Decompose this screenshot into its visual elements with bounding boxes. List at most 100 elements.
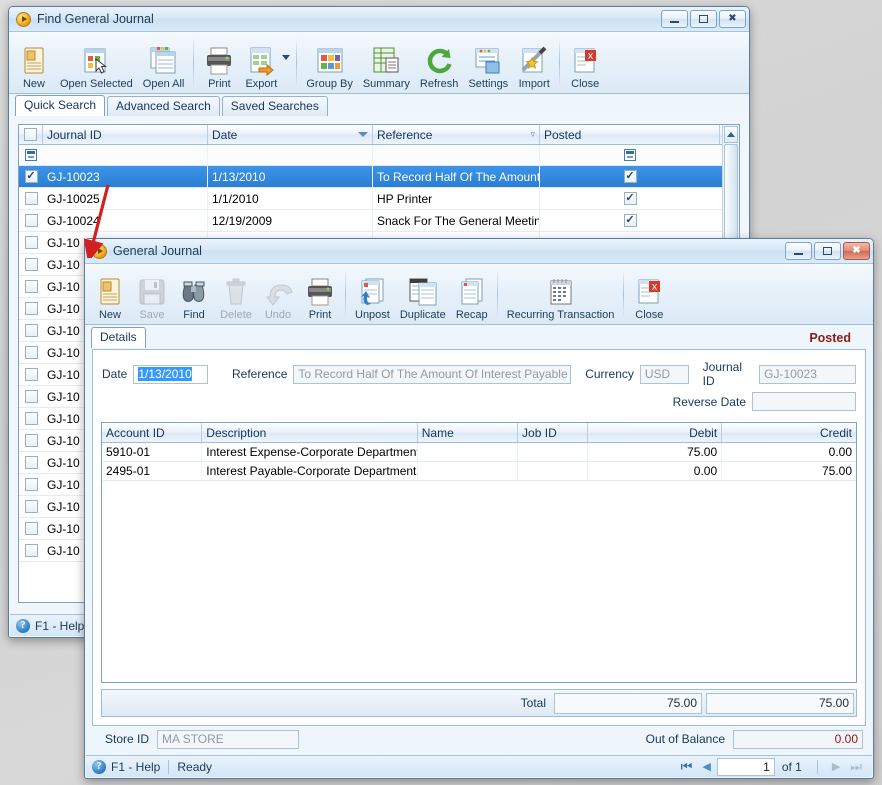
minimize-icon[interactable] (785, 242, 812, 260)
tab-saved-searches[interactable]: Saved Searches (221, 96, 328, 116)
row-select-checkbox[interactable] (24, 478, 38, 491)
toolbar-export-button[interactable]: Export (240, 44, 282, 91)
lines-header-account-id[interactable]: Account ID (102, 423, 203, 442)
find-window-help-label[interactable]: F1 - Help (35, 619, 84, 633)
grid-header-date[interactable]: Date (208, 125, 373, 144)
reference-input[interactable]: To Record Half Of The Amount Of Interest… (293, 364, 572, 384)
tab-advanced-search[interactable]: Advanced Search (107, 96, 220, 116)
line-credit-cell[interactable]: 75.00 (722, 462, 856, 480)
grid-header-posted[interactable]: Posted (540, 125, 720, 144)
journal-id-input[interactable]: GJ-10023 (759, 364, 856, 384)
help-icon[interactable]: ? (92, 759, 106, 774)
row-select-checkbox[interactable] (24, 258, 38, 271)
row-select-cell[interactable] (19, 518, 43, 539)
previous-page-icon[interactable]: ◀ (698, 760, 714, 773)
toolbar-refresh-button[interactable]: Refresh (415, 44, 464, 91)
maximize-icon[interactable] (690, 10, 717, 28)
lines-grid-body[interactable]: 5910-01 Interest Expense-Corporate Depart… (102, 443, 856, 481)
row-select-cell[interactable] (19, 496, 43, 517)
line-job-id-cell[interactable] (518, 443, 589, 461)
row-select-cell[interactable] (19, 188, 43, 209)
table-row[interactable]: GJ-10024 12/19/2009 Snack For The General … (19, 210, 739, 232)
row-select-cell[interactable] (19, 254, 43, 275)
select-all-checkbox[interactable] (24, 128, 37, 141)
posted-checkbox[interactable] (623, 214, 637, 227)
grid-filter-row[interactable] (19, 145, 739, 166)
journal-lines-grid[interactable]: Account ID Description Name Job ID Debit… (101, 422, 857, 683)
row-select-cell[interactable] (19, 210, 43, 231)
first-page-icon[interactable]: ⏮ (677, 759, 697, 775)
toolbar-summary-button[interactable]: Summary (358, 44, 415, 91)
row-date-cell[interactable]: 1/1/2010 (208, 188, 373, 209)
journal-unpost-button[interactable]: Unpost (350, 275, 395, 322)
row-select-checkbox[interactable] (24, 522, 38, 535)
row-posted-cell[interactable] (540, 166, 720, 187)
row-reference-cell[interactable]: To Record Half Of The Amount Of (373, 166, 540, 187)
journal-help-label[interactable]: F1 - Help (111, 760, 160, 774)
row-select-cell[interactable] (19, 452, 43, 473)
line-account-id-cell[interactable]: 2495-01 (102, 462, 203, 480)
posted-checkbox[interactable] (623, 192, 637, 205)
row-reference-cell[interactable]: Snack For The General Meeting A (373, 210, 540, 231)
line-debit-cell[interactable]: 0.00 (588, 462, 723, 480)
record-navigator[interactable]: ⏮ ◀ 1 of 1 ▶ ⏭ (677, 757, 866, 776)
row-select-cell[interactable] (19, 232, 43, 253)
journal-undo-button[interactable]: Undo (257, 275, 299, 322)
toolbar-print-button[interactable]: Print (198, 44, 240, 91)
row-reference-cell[interactable]: HP Printer (373, 188, 540, 209)
row-select-checkbox[interactable] (24, 390, 38, 403)
toolbar-new-button[interactable]: New (13, 44, 55, 91)
row-select-cell[interactable] (19, 430, 43, 451)
journal-duplicate-button[interactable]: Duplicate (395, 275, 451, 322)
row-select-cell[interactable] (19, 364, 43, 385)
line-job-id-cell[interactable] (518, 462, 589, 480)
export-dropdown-caret-icon[interactable] (282, 55, 291, 60)
store-id-input[interactable]: MA STORE (157, 729, 300, 749)
filter-builder-icon[interactable] (25, 149, 37, 161)
line-account-id-cell[interactable]: 5910-01 (102, 443, 203, 461)
lines-header-debit[interactable]: Debit (588, 423, 723, 442)
filter-journal-id-cell[interactable] (43, 145, 208, 165)
toolbar-close-button[interactable]: x Close (564, 44, 606, 91)
row-select-checkbox[interactable] (24, 434, 38, 447)
page-number-input[interactable]: 1 (716, 757, 775, 776)
help-icon[interactable]: ? (16, 618, 30, 633)
filter-posted-cell[interactable] (540, 145, 720, 165)
line-name-cell[interactable] (418, 462, 519, 480)
row-date-cell[interactable]: 1/13/2010 (208, 166, 373, 187)
journal-save-button[interactable]: Save (131, 275, 173, 322)
table-row[interactable]: GJ-100231/13/2010To Record Half Of The A… (19, 166, 739, 188)
maximize-icon[interactable] (814, 242, 841, 260)
table-row[interactable]: 2495-01 Interest Payable-Corporate Depart… (102, 462, 856, 481)
find-window-titlebar[interactable]: Find General Journal ✖ (9, 7, 749, 32)
journal-new-button[interactable]: New (89, 275, 131, 322)
row-posted-cell[interactable] (540, 188, 720, 209)
row-select-cell[interactable] (19, 408, 43, 429)
row-journal-id-cell[interactable]: GJ-10023 (43, 166, 208, 187)
row-select-checkbox[interactable] (24, 412, 38, 425)
journal-close-button[interactable]: x Close (628, 275, 670, 322)
filter-builder-icon[interactable] (624, 149, 636, 161)
filter-select-cell[interactable] (19, 145, 43, 165)
row-select-cell[interactable] (19, 276, 43, 297)
general-journal-window[interactable]: General Journal ✖ New Save Find Delete U… (84, 238, 874, 779)
currency-input[interactable]: USD (639, 364, 689, 384)
row-select-checkbox[interactable] (24, 214, 38, 227)
row-select-checkbox[interactable] (24, 170, 38, 183)
table-row[interactable]: 5910-01 Interest Expense-Corporate Depart… (102, 443, 856, 462)
lines-header-credit[interactable]: Credit (722, 423, 856, 442)
scroll-up-icon[interactable] (724, 126, 738, 143)
row-select-checkbox[interactable] (24, 280, 38, 293)
lines-header-description[interactable]: Description (202, 423, 418, 442)
lines-header-job-id[interactable]: Job ID (518, 423, 589, 442)
toolbar-open-selected-button[interactable]: Open Selected (55, 44, 138, 91)
lines-header-name[interactable]: Name (418, 423, 519, 442)
row-select-cell[interactable] (19, 298, 43, 319)
row-select-checkbox[interactable] (24, 302, 38, 315)
tab-quick-search[interactable]: Quick Search (15, 95, 106, 116)
next-page-icon[interactable]: ▶ (828, 760, 844, 773)
date-input[interactable]: 1/13/2010 (133, 364, 208, 384)
row-select-checkbox[interactable] (24, 368, 38, 381)
tab-details[interactable]: Details (91, 327, 146, 348)
row-select-checkbox[interactable] (24, 346, 38, 359)
